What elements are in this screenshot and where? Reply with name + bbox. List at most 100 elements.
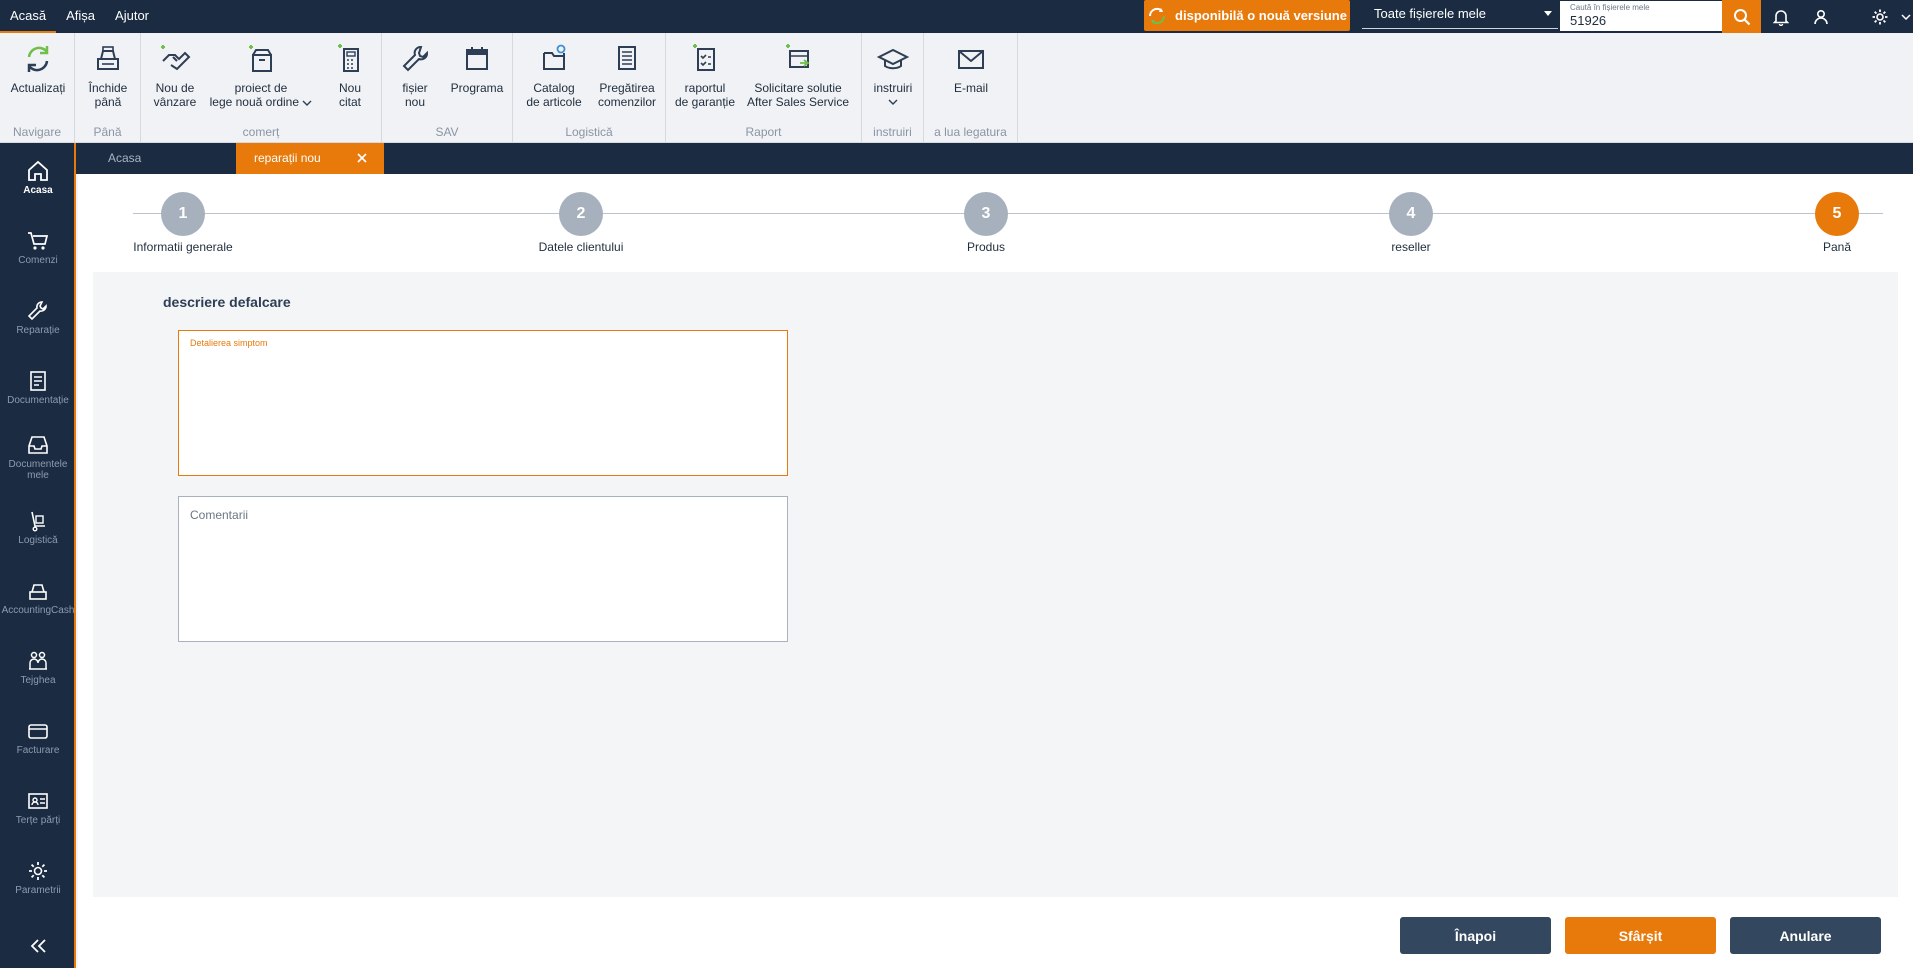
nav-item-acasa[interactable]: Acasa <box>0 159 76 225</box>
nav-item-comenzi[interactable]: Comenzi <box>0 229 76 295</box>
email-label: E-mail <box>953 81 988 95</box>
wizard-stepper: 1 Informatii generale 2 Datele clientulu… <box>78 174 1913 272</box>
article-catalog-button[interactable]: Catalog de articole <box>521 41 587 109</box>
symptom-detail-label: Detalierea simptom <box>190 338 268 348</box>
comments-placeholder: Comentarii <box>190 508 249 522</box>
step-5[interactable]: 5 Pană <box>1737 192 1913 254</box>
tab-acasa[interactable]: Acasa <box>90 143 159 174</box>
ribbon-group-navigare: Actualizați Navigare <box>0 33 75 143</box>
cancel-button[interactable]: Anulare <box>1730 917 1881 954</box>
step-3[interactable]: 3 Produs <box>886 192 1086 254</box>
nav-label-tejghea: Tejghea <box>20 675 56 686</box>
nav-item-accountingcash[interactable]: AccountingCash <box>0 579 76 645</box>
group-label-contact: a lua legatura <box>934 125 1007 139</box>
nav-label-facturare: Facturare <box>16 745 60 756</box>
after-sales-label-1: Solicitare solutie <box>754 81 842 95</box>
scope-select[interactable]: Toate fișierele mele <box>1362 1 1558 29</box>
clipboard-list-icon <box>618 46 636 70</box>
step-2-label: Datele clientului <box>538 240 624 254</box>
warranty-report-label-2: de garanție <box>674 95 736 109</box>
update-label: disponibilă o nouă versiune <box>1175 8 1347 23</box>
search-button[interactable] <box>1722 0 1761 33</box>
nav-item-terte-parti[interactable]: Terțe părți <box>0 789 76 855</box>
nav-label-documentele-1: Documentele <box>8 459 68 470</box>
account-button[interactable] <box>1801 0 1841 33</box>
refresh-icon <box>27 46 49 72</box>
nav-item-documentele-mele[interactable]: Documentele mele <box>0 433 76 509</box>
menu-ajutor[interactable]: Ajutor <box>105 0 159 33</box>
inbox-icon <box>28 436 48 454</box>
nav-label-accountingcash: AccountingCash <box>1 605 75 616</box>
chevron-down-icon <box>888 99 898 105</box>
gear-icon <box>1872 9 1888 24</box>
nav-label-documentatie: Documentație <box>7 395 69 406</box>
nav-label-comenzi: Comenzi <box>18 255 58 266</box>
cash-register-icon <box>97 46 119 70</box>
update-available-button[interactable]: disponibilă o nouă versiune <box>1144 0 1350 31</box>
step-5-number: 5 <box>1815 192 1859 236</box>
nav-item-tejghea[interactable]: Tejghea <box>0 649 76 715</box>
collapse-nav-button[interactable] <box>0 934 76 960</box>
chevron-down-icon <box>1900 13 1911 20</box>
ribbon-group-instruiri: instruiri instruiri <box>862 33 924 143</box>
step-3-label: Produs <box>966 240 1006 254</box>
nav-item-reparatie[interactable]: Reparație <box>0 299 76 365</box>
left-navigation: Acasa Comenzi Reparație Documentație Doc… <box>0 143 76 968</box>
ribbon-group-raport: raportul de garanție Solicitare solutie … <box>666 33 862 143</box>
user-icon <box>1814 9 1828 24</box>
document-icon <box>30 371 46 391</box>
credit-card-icon <box>28 724 48 739</box>
document-tabs: Acasa reparații nou <box>76 143 1913 174</box>
step-4[interactable]: 4 reseller <box>1311 192 1511 254</box>
nav-item-parametrii[interactable]: Parametrii <box>0 859 76 925</box>
section-title: descriere defalcare <box>163 294 291 310</box>
new-quote-button[interactable]: Nou citat <box>324 41 376 109</box>
nav-label-logistica: Logistică <box>18 535 58 546</box>
trainings-button[interactable]: instruiri <box>866 41 920 105</box>
menu-afisa[interactable]: Afișa <box>56 0 105 33</box>
id-card-icon <box>28 793 48 809</box>
double-chevron-left-icon <box>30 939 46 953</box>
step-1-label: Informatii generale <box>133 240 233 254</box>
search-input[interactable]: Caută în fișierele mele 51926 <box>1560 1 1722 31</box>
article-catalog-label-1: Catalog <box>533 81 575 95</box>
refresh-icon <box>1149 7 1166 24</box>
refresh-button[interactable]: Actualizați <box>8 41 68 95</box>
back-button[interactable]: Înapoi <box>1400 917 1551 954</box>
hand-truck-icon <box>31 511 45 532</box>
article-catalog-label-2: de articole <box>526 95 582 109</box>
ribbon-toolbar: Actualizați Navigare Închide până Până N… <box>0 33 1913 143</box>
nav-label-acasa: Acasa <box>23 185 53 196</box>
close-till-button[interactable]: Închide până <box>80 41 136 109</box>
nav-item-logistica[interactable]: Logistică <box>0 509 76 575</box>
new-order-label-2: lege nouă ordine <box>206 95 316 109</box>
new-order-draft-button[interactable]: proiect de lege nouă ordine <box>206 41 316 109</box>
step-2[interactable]: 2 Datele clientului <box>481 192 681 254</box>
tab-reparatii-nou[interactable]: reparații nou <box>236 143 384 174</box>
after-sales-request-button[interactable]: Solicitare solutie After Sales Service <box>742 41 854 109</box>
notifications-button[interactable] <box>1761 0 1801 33</box>
symptom-detail-textarea[interactable]: Detalierea simptom <box>178 330 788 476</box>
main-content: 1 Informatii generale 2 Datele clientulu… <box>78 174 1913 968</box>
schedule-button[interactable]: Programa <box>446 41 508 95</box>
close-icon[interactable] <box>356 152 368 164</box>
step-1[interactable]: 1 Informatii generale <box>83 192 283 254</box>
schedule-label: Programa <box>450 81 504 95</box>
counter-icon <box>29 651 47 670</box>
nav-item-documentatie[interactable]: Documentație <box>0 369 76 435</box>
email-button[interactable]: E-mail <box>939 41 1003 95</box>
finish-button[interactable]: Sfârșit <box>1565 917 1716 954</box>
order-prep-button[interactable]: Pregătirea comenzilor <box>593 41 661 109</box>
new-file-button[interactable]: fișier nou <box>390 41 440 109</box>
new-sale-button[interactable]: Nou de vânzare <box>147 41 203 109</box>
nav-item-facturare[interactable]: Facturare <box>0 719 76 785</box>
chevron-down-icon <box>302 100 312 106</box>
settings-button[interactable] <box>1860 0 1900 33</box>
comments-textarea[interactable]: Comentarii <box>178 496 788 642</box>
menu-acasa[interactable]: Acasă <box>0 0 57 33</box>
warranty-report-button[interactable]: raportul de garanție <box>674 41 736 109</box>
settings-dropdown[interactable] <box>1898 0 1913 33</box>
group-label-comert: comerț <box>242 125 280 139</box>
search-label: Caută în fișierele mele <box>1570 3 1650 12</box>
refresh-label: Actualizați <box>10 81 66 95</box>
